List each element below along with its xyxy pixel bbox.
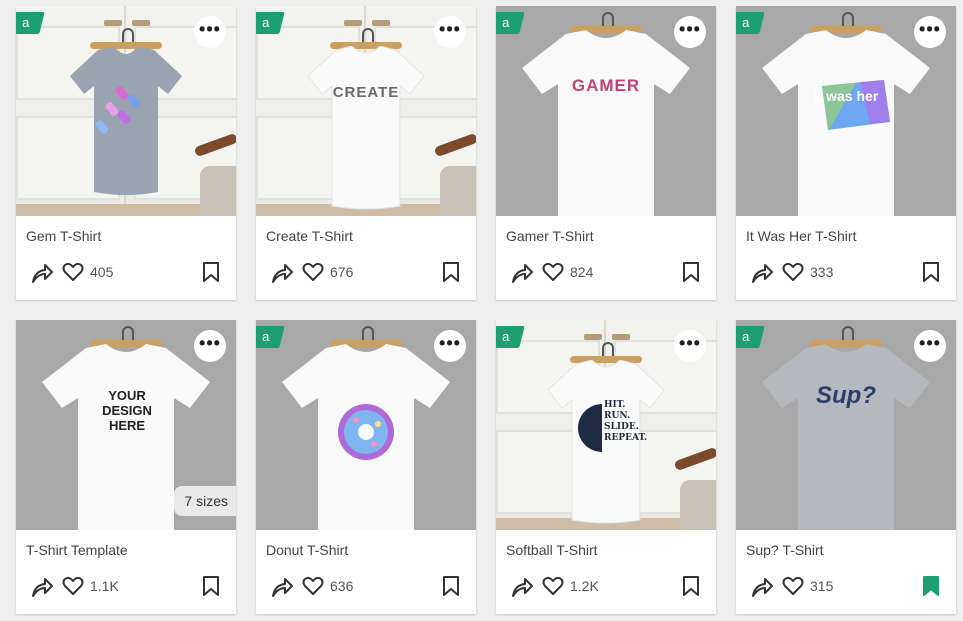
tshirt-image xyxy=(282,344,450,530)
product-title[interactable]: Sup? T-Shirt xyxy=(746,542,824,558)
shirt-print: It was her xyxy=(813,88,879,104)
product-card[interactable]: a ••• Donut T-Shirt 636 xyxy=(256,320,476,614)
chair xyxy=(433,116,476,216)
tshirt-image xyxy=(70,46,182,195)
heart-icon[interactable] xyxy=(782,576,804,596)
heart-icon[interactable] xyxy=(542,576,564,596)
bookmark-icon[interactable] xyxy=(202,575,220,597)
card-actions: 636 xyxy=(266,572,466,600)
shirt-print: GAMER xyxy=(571,76,641,95)
shirt-print: YOUR DESIGN HERE xyxy=(102,388,152,433)
card-actions: 315 xyxy=(746,572,946,600)
shirt-print: Sup? xyxy=(816,382,876,409)
card-actions: 1.2K xyxy=(506,572,706,600)
tshirt-image xyxy=(307,46,425,210)
door-handle xyxy=(132,20,150,26)
card-actions: 1.1K xyxy=(26,572,226,600)
bookmark-icon[interactable] xyxy=(442,261,460,283)
share-icon[interactable] xyxy=(510,576,534,598)
share-icon[interactable] xyxy=(510,262,534,284)
more-options-button[interactable]: ••• xyxy=(914,16,946,48)
like-count: 1.1K xyxy=(90,578,119,594)
product-image[interactable]: CREATE a ••• xyxy=(256,6,476,216)
door-handle xyxy=(584,334,602,340)
chair xyxy=(673,430,716,530)
more-options-button[interactable]: ••• xyxy=(674,16,706,48)
shirt-print: HIT. RUN. SLIDE. REPEAT. xyxy=(604,400,648,443)
product-image[interactable]: GAMER a ••• xyxy=(496,6,716,216)
more-options-button[interactable]: ••• xyxy=(194,16,226,48)
product-image[interactable]: It was her a ••• xyxy=(736,6,956,216)
heart-icon[interactable] xyxy=(542,262,564,282)
card-actions: 676 xyxy=(266,258,466,286)
shirt-print: CREATE xyxy=(332,84,400,101)
product-image[interactable]: a ••• xyxy=(256,320,476,530)
more-options-button[interactable]: ••• xyxy=(434,330,466,362)
heart-icon[interactable] xyxy=(302,576,324,596)
bookmark-saved-icon[interactable] xyxy=(922,575,940,597)
bookmark-icon[interactable] xyxy=(682,575,700,597)
product-image[interactable]: Sup? a ••• xyxy=(736,320,956,530)
heart-icon[interactable] xyxy=(302,262,324,282)
product-card[interactable]: It was her a ••• It Was Her T-Shirt 333 xyxy=(736,6,956,300)
tshirt-image xyxy=(762,344,930,530)
bookmark-icon[interactable] xyxy=(922,261,940,283)
tshirt-image xyxy=(762,30,930,216)
door-handle xyxy=(612,334,630,340)
card-actions: 824 xyxy=(506,258,706,286)
product-card[interactable]: Sup? a ••• Sup? T-Shirt 315 xyxy=(736,320,956,614)
product-image[interactable]: HIT. RUN. SLIDE. REPEAT. a ••• xyxy=(496,320,716,530)
heart-icon[interactable] xyxy=(62,262,84,282)
product-title[interactable]: Gamer T-Shirt xyxy=(506,228,594,244)
more-options-button[interactable]: ••• xyxy=(194,330,226,362)
tshirt-image xyxy=(522,30,690,216)
chair xyxy=(193,116,236,216)
product-card[interactable]: YOUR DESIGN HERE 7 sizes ••• T-Shirt Tem… xyxy=(16,320,236,614)
product-title[interactable]: Donut T-Shirt xyxy=(266,542,348,558)
product-card[interactable]: HIT. RUN. SLIDE. REPEAT. a ••• Softball … xyxy=(496,320,716,614)
product-card[interactable]: CREATE a ••• Create T-Shirt 676 xyxy=(256,6,476,300)
like-count: 824 xyxy=(570,264,594,280)
like-count: 405 xyxy=(90,264,114,280)
like-count: 676 xyxy=(330,264,354,280)
heart-icon[interactable] xyxy=(62,576,84,596)
product-title[interactable]: Gem T-Shirt xyxy=(26,228,101,244)
share-icon[interactable] xyxy=(750,576,774,598)
like-count: 333 xyxy=(810,264,834,280)
like-count: 1.2K xyxy=(570,578,599,594)
card-actions: 333 xyxy=(746,258,946,286)
more-options-button[interactable]: ••• xyxy=(434,16,466,48)
product-card[interactable]: GAMER a ••• Gamer T-Shirt 824 xyxy=(496,6,716,300)
like-count: 315 xyxy=(810,578,834,594)
share-icon[interactable] xyxy=(30,262,54,284)
bookmark-icon[interactable] xyxy=(442,575,460,597)
bookmark-icon[interactable] xyxy=(202,261,220,283)
sizes-tag: 7 sizes xyxy=(174,486,236,516)
more-options-button[interactable]: ••• xyxy=(674,330,706,362)
product-image[interactable]: YOUR DESIGN HERE 7 sizes ••• xyxy=(16,320,236,530)
more-options-button[interactable]: ••• xyxy=(914,330,946,362)
bookmark-icon[interactable] xyxy=(682,261,700,283)
door-handle xyxy=(344,20,362,26)
product-image[interactable]: a ••• xyxy=(16,6,236,216)
door-handle xyxy=(104,20,122,26)
share-icon[interactable] xyxy=(270,262,294,284)
heart-icon[interactable] xyxy=(782,262,804,282)
share-icon[interactable] xyxy=(750,262,774,284)
share-icon[interactable] xyxy=(270,576,294,598)
product-title[interactable]: T-Shirt Template xyxy=(26,542,128,558)
door-handle xyxy=(372,20,390,26)
card-actions: 405 xyxy=(26,258,226,286)
product-card[interactable]: a ••• Gem T-Shirt 405 xyxy=(16,6,236,300)
like-count: 636 xyxy=(330,578,354,594)
product-title[interactable]: Create T-Shirt xyxy=(266,228,353,244)
product-title[interactable]: Softball T-Shirt xyxy=(506,542,598,558)
product-title[interactable]: It Was Her T-Shirt xyxy=(746,228,856,244)
share-icon[interactable] xyxy=(30,576,54,598)
